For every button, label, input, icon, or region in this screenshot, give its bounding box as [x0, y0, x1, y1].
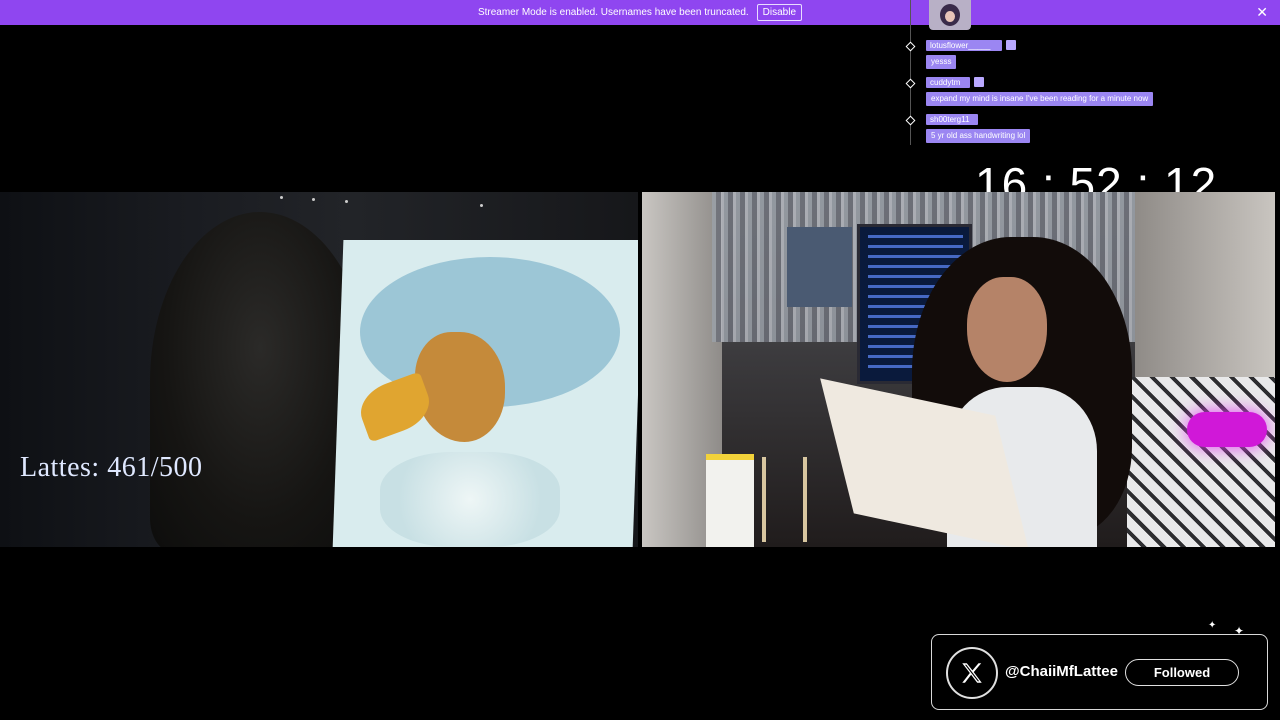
- chat-username: sh00terg11: [926, 114, 978, 125]
- paper-towels: [706, 454, 754, 547]
- streamer-camera: [642, 192, 1275, 547]
- artwork-flowers: [380, 452, 560, 547]
- lattes-goal: Lattes: 461/500: [20, 452, 203, 483]
- plaid-blanket: [1127, 377, 1275, 547]
- wall-stud: [312, 198, 315, 201]
- chat-avatar: [929, 0, 971, 30]
- small-easel: [762, 457, 807, 542]
- close-icon[interactable]: ✕: [1256, 4, 1268, 20]
- diamond-icon: [905, 115, 916, 126]
- twitter-follow-card: @ChaiiMfLattee Followed: [931, 634, 1268, 710]
- x-logo-icon: [946, 647, 998, 699]
- streamer-face: [967, 277, 1047, 382]
- twitter-handle: @ChaiiMfLattee: [1005, 663, 1118, 680]
- wall-poster: [787, 227, 852, 307]
- chat-text: 5 yr old ass handwriting lol: [926, 129, 1031, 143]
- banner-message: Streamer Mode is enabled. Usernames have…: [477, 7, 749, 18]
- badge-icon: [1006, 40, 1016, 50]
- artwork-camera: [0, 192, 638, 547]
- followed-button[interactable]: Followed: [1125, 659, 1239, 686]
- wall-stud: [345, 200, 348, 203]
- diamond-icon: [905, 41, 916, 52]
- twitter-bird-icon: ✦: [1208, 620, 1217, 631]
- chat-username: lotusflower_____: [926, 40, 1002, 51]
- diamond-icon: [905, 78, 916, 89]
- wall-stud: [480, 204, 483, 207]
- wall-stud: [280, 196, 283, 199]
- chat-text: expand my mind is insane I've been readi…: [926, 92, 1154, 106]
- disable-streamer-mode-button[interactable]: Disable: [756, 4, 803, 21]
- chat-text: yesss: [926, 55, 957, 69]
- purple-light: [1187, 412, 1267, 447]
- chat-username: cuddytm: [926, 77, 970, 88]
- chat-overlay: lotusflower_____ yesss cuddytm expand my…: [905, 0, 1205, 145]
- badge-icon: [974, 77, 984, 87]
